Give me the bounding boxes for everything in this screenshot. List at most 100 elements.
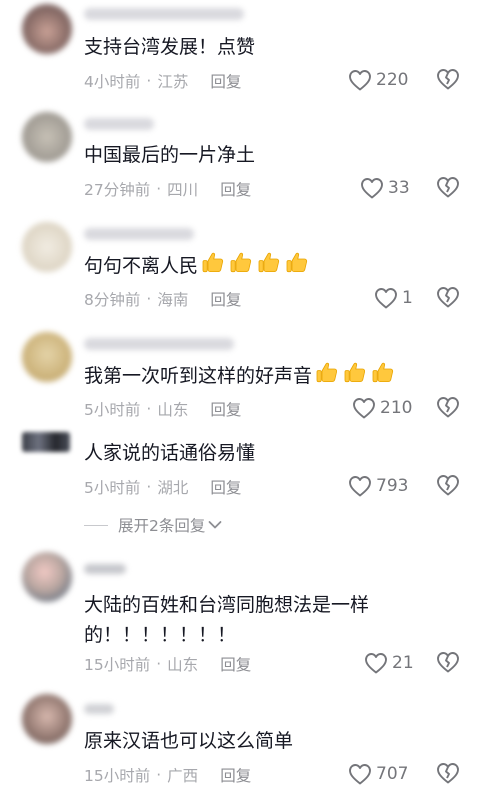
- broken-heart-icon: [437, 763, 459, 784]
- dislike-button[interactable]: [436, 68, 460, 92]
- like-button[interactable]: 707: [348, 762, 408, 786]
- reply-button[interactable]: 回复: [210, 398, 241, 420]
- expand-replies-button[interactable]: 展开2条回复: [84, 514, 222, 536]
- comment-meta: 5小时前 · 山东 回复: [84, 398, 241, 420]
- avatar[interactable]: [22, 112, 72, 162]
- comment-text: 中国最后的一片净土: [84, 144, 256, 166]
- username[interactable]: [84, 8, 244, 20]
- separator-dot: ·: [146, 290, 152, 308]
- username[interactable]: [84, 704, 114, 714]
- comment-time: 27分钟前: [84, 181, 151, 199]
- heart-outline-icon: [353, 398, 375, 419]
- reply-button[interactable]: 回复: [210, 70, 241, 92]
- like-button[interactable]: 33: [360, 176, 410, 200]
- dislike-button[interactable]: [436, 396, 460, 420]
- comment-meta: 27分钟前 · 四川 回复: [84, 178, 251, 200]
- avatar[interactable]: [22, 694, 72, 744]
- like-count: 1: [402, 288, 413, 308]
- dislike-button[interactable]: [436, 474, 460, 498]
- comment-feed: 支持台湾发展！点赞 4小时前 · 江苏 回复 220 中国最后的一片净土 27分…: [0, 0, 484, 800]
- comment-meta: 15小时前 · 山东 回复: [84, 653, 251, 675]
- thumbs-up-emoji-icon: [284, 250, 310, 285]
- broken-heart-icon: [437, 652, 459, 673]
- heart-outline-icon: [349, 476, 371, 497]
- dislike-button[interactable]: [436, 176, 460, 200]
- reply-button[interactable]: 回复: [210, 288, 241, 310]
- thumbs-up-emoji-icon: [256, 250, 282, 285]
- comment-text: 我第一次听到这样的好声音: [84, 360, 444, 395]
- separator-dot: ·: [146, 72, 152, 90]
- broken-heart-icon: [437, 287, 459, 308]
- comment-meta: 4小时前 · 江苏 回复: [84, 70, 241, 92]
- like-count: 33: [388, 178, 410, 198]
- comment-time: 15小时前: [84, 767, 151, 785]
- heart-outline-icon: [365, 653, 387, 674]
- separator-dot: ·: [156, 766, 162, 784]
- like-count: 220: [376, 70, 409, 90]
- like-button[interactable]: 1: [374, 286, 413, 310]
- avatar[interactable]: [22, 432, 70, 452]
- comment-time: 15小时前: [84, 656, 151, 674]
- comment-text: 原来汉语也可以这么简单: [84, 730, 294, 752]
- comment-time: 5小时前: [84, 479, 141, 497]
- comment-time: 4小时前: [84, 73, 141, 91]
- like-count: 21: [392, 653, 414, 673]
- comment-text: 人家说的话通俗易懂: [84, 442, 256, 464]
- like-button[interactable]: 793: [348, 474, 408, 498]
- comment-location: 广西: [167, 767, 199, 785]
- comment-location: 山东: [157, 401, 189, 419]
- comment-location: 湖北: [157, 479, 189, 497]
- broken-heart-icon: [437, 69, 459, 90]
- username[interactable]: [84, 228, 194, 240]
- comment-text: 支持台湾发展！点赞: [84, 36, 256, 58]
- broken-heart-icon: [437, 177, 459, 198]
- username[interactable]: [84, 564, 126, 574]
- heart-outline-icon: [361, 178, 383, 199]
- comment-location: 四川: [167, 181, 199, 199]
- separator-dot: ·: [146, 400, 152, 418]
- dislike-button[interactable]: [436, 762, 460, 786]
- broken-heart-icon: [437, 397, 459, 418]
- comment-location: 海南: [157, 291, 189, 309]
- comment-meta: 15小时前 · 广西 回复: [84, 764, 251, 786]
- like-button[interactable]: 21: [364, 651, 414, 675]
- username[interactable]: [84, 118, 154, 130]
- like-count: 707: [376, 764, 409, 784]
- reply-button[interactable]: 回复: [220, 764, 251, 786]
- like-button[interactable]: 210: [352, 396, 412, 420]
- like-count: 210: [380, 398, 413, 418]
- comment-location: 江苏: [157, 73, 189, 91]
- avatar[interactable]: [22, 4, 72, 54]
- chevron-down-icon: [208, 521, 222, 529]
- separator-dot: ·: [156, 655, 162, 673]
- avatar[interactable]: [22, 222, 72, 272]
- broken-heart-icon: [437, 475, 459, 496]
- separator-dot: ·: [156, 180, 162, 198]
- heart-outline-icon: [375, 288, 397, 309]
- thumbs-up-emoji-icon: [342, 360, 368, 395]
- reply-button[interactable]: 回复: [220, 178, 251, 200]
- dislike-button[interactable]: [436, 651, 460, 675]
- reply-button[interactable]: 回复: [210, 476, 241, 498]
- avatar[interactable]: [22, 332, 72, 382]
- reply-button[interactable]: 回复: [220, 653, 251, 675]
- separator-dot: ·: [146, 478, 152, 496]
- heart-outline-icon: [349, 70, 371, 91]
- comment-text: 句句不离人民: [84, 250, 414, 285]
- comment-time: 8分钟前: [84, 291, 141, 309]
- thumbs-up-emoji-icon: [314, 360, 340, 395]
- expand-replies-label: 展开2条回复: [118, 517, 206, 535]
- comment-meta: 5小时前 · 湖北 回复: [84, 476, 241, 498]
- comment-time: 5小时前: [84, 401, 141, 419]
- avatar[interactable]: [22, 552, 72, 602]
- comment-location: 山东: [167, 656, 199, 674]
- thumbs-up-emoji-icon: [200, 250, 226, 285]
- like-button[interactable]: 220: [348, 68, 408, 92]
- heart-outline-icon: [349, 764, 371, 785]
- thumbs-up-emoji-icon: [228, 250, 254, 285]
- comment-text: 大陆的百姓和台湾同胞想法是一样 的！！！！！！！: [84, 594, 370, 646]
- username[interactable]: [84, 338, 234, 350]
- divider: [84, 524, 108, 526]
- comment-meta: 8分钟前 · 海南 回复: [84, 288, 241, 310]
- dislike-button[interactable]: [436, 286, 460, 310]
